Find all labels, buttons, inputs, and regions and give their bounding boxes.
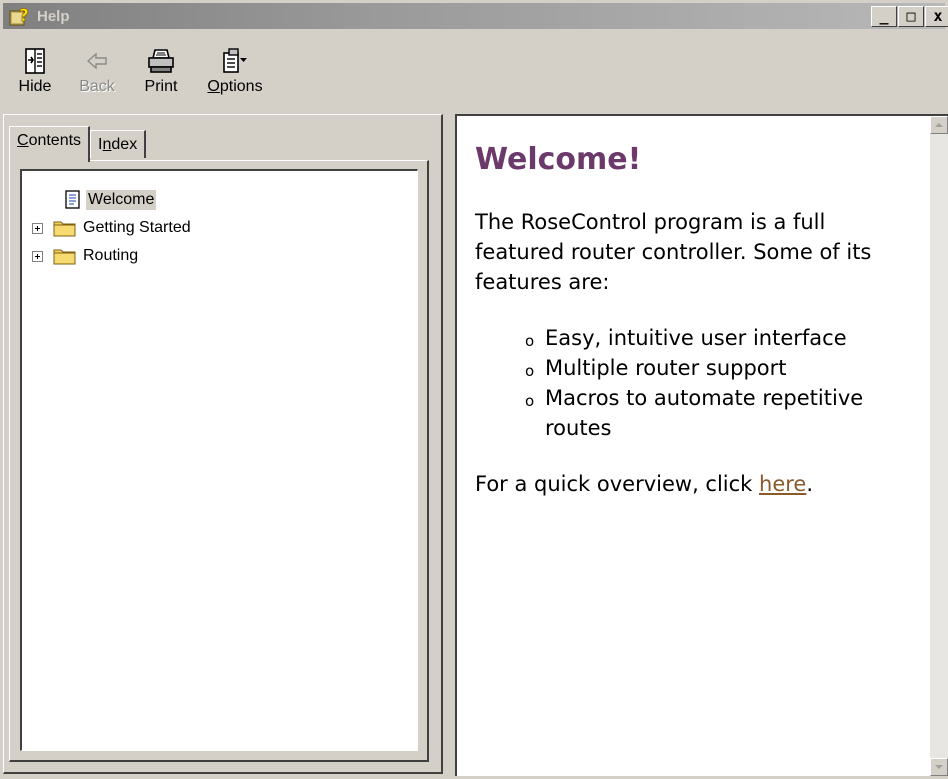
folder-icon [53, 221, 76, 237]
topic-heading: Welcome! [475, 142, 642, 177]
overview-prefix: For a quick overview, click [475, 472, 760, 496]
overview-text: For a quick overview, click here. [475, 469, 915, 499]
options-label-rest: ptions [219, 78, 263, 95]
minimize-button[interactable]: _ [871, 6, 897, 27]
options-label: Options [207, 78, 263, 95]
navigation-pane: Contents Index Welcome Getting Started R… [3, 114, 443, 774]
topic-pane: Welcome! The RoseControl program is a fu… [455, 114, 948, 776]
print-button[interactable]: Print [139, 48, 183, 96]
print-label: Print [144, 78, 178, 95]
tab-index[interactable]: Index [90, 130, 147, 158]
topic-intro: The RoseControl program is a full featur… [475, 210, 872, 294]
options-icon [223, 48, 247, 73]
svg-text:?: ? [19, 6, 29, 26]
up-arrow-icon [935, 123, 943, 127]
mnemonic-letter: C [17, 132, 29, 149]
tab-index-label: Index [98, 136, 138, 153]
hide-button[interactable]: Hide [13, 48, 57, 96]
tree-item-routing[interactable]: Routing [32, 243, 140, 269]
scroll-up-button[interactable] [930, 116, 948, 134]
topic-content: Welcome! The RoseControl program is a fu… [475, 142, 915, 499]
window-controls: _ □ x [870, 6, 948, 27]
down-arrow-icon [935, 765, 943, 769]
pane-splitter[interactable] [443, 114, 455, 774]
hide-label: Hide [18, 78, 52, 95]
tree-item-label: Routing [83, 247, 139, 264]
mnemonic-letter: n [102, 136, 112, 153]
help-book-icon: ? [9, 5, 33, 27]
toolbar: Hide Back Print Options [3, 30, 945, 110]
folder-icon [53, 249, 76, 265]
vertical-scrollbar[interactable] [930, 116, 948, 776]
page-icon [65, 190, 80, 209]
here-link[interactable]: here [759, 472, 806, 496]
back-label: Back [79, 78, 115, 95]
hide-icon [25, 48, 45, 74]
maximize-button[interactable]: □ [898, 6, 924, 27]
back-button[interactable]: Back [75, 48, 119, 96]
expand-icon[interactable] [32, 250, 43, 262]
tab-contents-label: Contents [17, 132, 82, 149]
title-bar[interactable]: ? Help _ □ x [3, 3, 948, 29]
tab-contents[interactable]: Contents [9, 126, 91, 162]
contents-tree[interactable]: Welcome Getting Started Routing [20, 169, 418, 751]
feature-list: Easy, intuitive user interface Multiple … [475, 323, 915, 443]
expand-icon[interactable] [32, 222, 43, 234]
contents-panel: Welcome Getting Started Routing [9, 160, 429, 762]
scroll-down-button[interactable] [930, 758, 948, 776]
tree-item-label: Welcome [86, 190, 157, 210]
back-arrow-icon [86, 52, 107, 70]
options-button[interactable]: Options [203, 48, 267, 96]
tree-item-getting-started[interactable]: Getting Started [32, 215, 193, 241]
overview-suffix: . [806, 472, 814, 496]
tree-item-welcome[interactable]: Welcome [64, 187, 157, 213]
list-item: Easy, intuitive user interface [525, 323, 915, 356]
list-item: Macros to automate repetitive routes [525, 383, 915, 443]
close-button[interactable]: x [925, 6, 948, 27]
tree-item-label: Getting Started [83, 219, 191, 236]
help-window: ? Help _ □ x Hide Back Print Options Con… [0, 0, 948, 779]
window-title: Help [37, 7, 70, 25]
printer-icon [148, 49, 174, 73]
list-item: Multiple router support [525, 353, 915, 386]
